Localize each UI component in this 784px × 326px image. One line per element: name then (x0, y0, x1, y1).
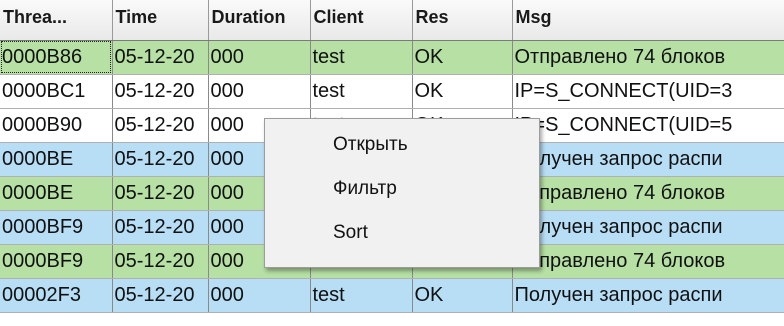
cell-res: OK (412, 278, 513, 313)
cell-time: 05-12-20 (112, 142, 209, 177)
cell-msg: Отправлено 74 блоков (512, 176, 784, 211)
cell-time: 05-12-20 (112, 74, 209, 109)
cell-client: test (310, 40, 413, 75)
cell-time: 05-12-20 (112, 40, 209, 75)
cell-thread: 0000BF9 (0, 244, 113, 279)
menu-item-sort[interactable]: Sort (265, 211, 539, 255)
cell-thread: 0000B90 (0, 108, 113, 143)
cell-time: 05-12-20 (112, 108, 209, 143)
cell-time: 05-12-20 (112, 244, 209, 279)
column-header-msg[interactable]: Msg (512, 0, 784, 41)
cell-duration: 000 (208, 74, 311, 109)
cell-msg: Отправлено 74 блоков (512, 40, 784, 75)
cell-res: OK (412, 74, 513, 109)
cell-time: 05-12-20 (112, 176, 209, 211)
cell-client: test (310, 278, 413, 313)
header-row: Threa... Time Duration Client Res Msg (0, 0, 784, 41)
cell-msg: Получен запрос распи (512, 210, 784, 245)
cell-thread: 0000BF9 (0, 210, 113, 245)
cell-thread: 0000BE (0, 142, 113, 177)
column-header-client[interactable]: Client (310, 0, 413, 41)
column-header-res[interactable]: Res (412, 0, 513, 41)
column-header-thread[interactable]: Threa... (0, 0, 113, 41)
table-row[interactable]: 0000B86 05-12-20 000 test OK Отправлено 74 бл… (0, 40, 784, 75)
cell-thread: 0000BC1 (0, 74, 113, 109)
column-header-duration[interactable]: Duration (208, 0, 311, 41)
cell-msg: IP=S_CONNECT(UID=3 (512, 74, 784, 109)
menu-item-open[interactable]: Открыть (265, 123, 539, 167)
cell-duration: 000 (208, 278, 311, 313)
cell-msg: Получен запрос распи (512, 142, 784, 177)
context-menu: Открыть Фильтр Sort (264, 118, 540, 268)
cell-msg: Отправлено 74 блоков (512, 244, 784, 279)
column-header-time[interactable]: Time (112, 0, 209, 41)
table-row[interactable]: 0000BC1 05-12-20 000 test OK IP=S_CONNECT(UID… (0, 74, 784, 109)
menu-item-filter[interactable]: Фильтр (265, 167, 539, 211)
cell-thread: 0000B86 (0, 40, 113, 75)
cell-time: 05-12-20 (112, 210, 209, 245)
cell-thread: 0000BE (0, 176, 113, 211)
cell-client: test (310, 74, 413, 109)
table-row[interactable]: 00002F3 05-12-20 000 test OK Получен запрос р… (0, 278, 784, 313)
cell-msg: IP=S_CONNECT(UID=5 (512, 108, 784, 143)
cell-res: OK (412, 40, 513, 75)
cell-duration: 000 (208, 40, 311, 75)
cell-time: 05-12-20 (112, 278, 209, 313)
cell-msg: Получен запрос распи (512, 278, 784, 313)
cell-thread: 00002F3 (0, 278, 113, 313)
